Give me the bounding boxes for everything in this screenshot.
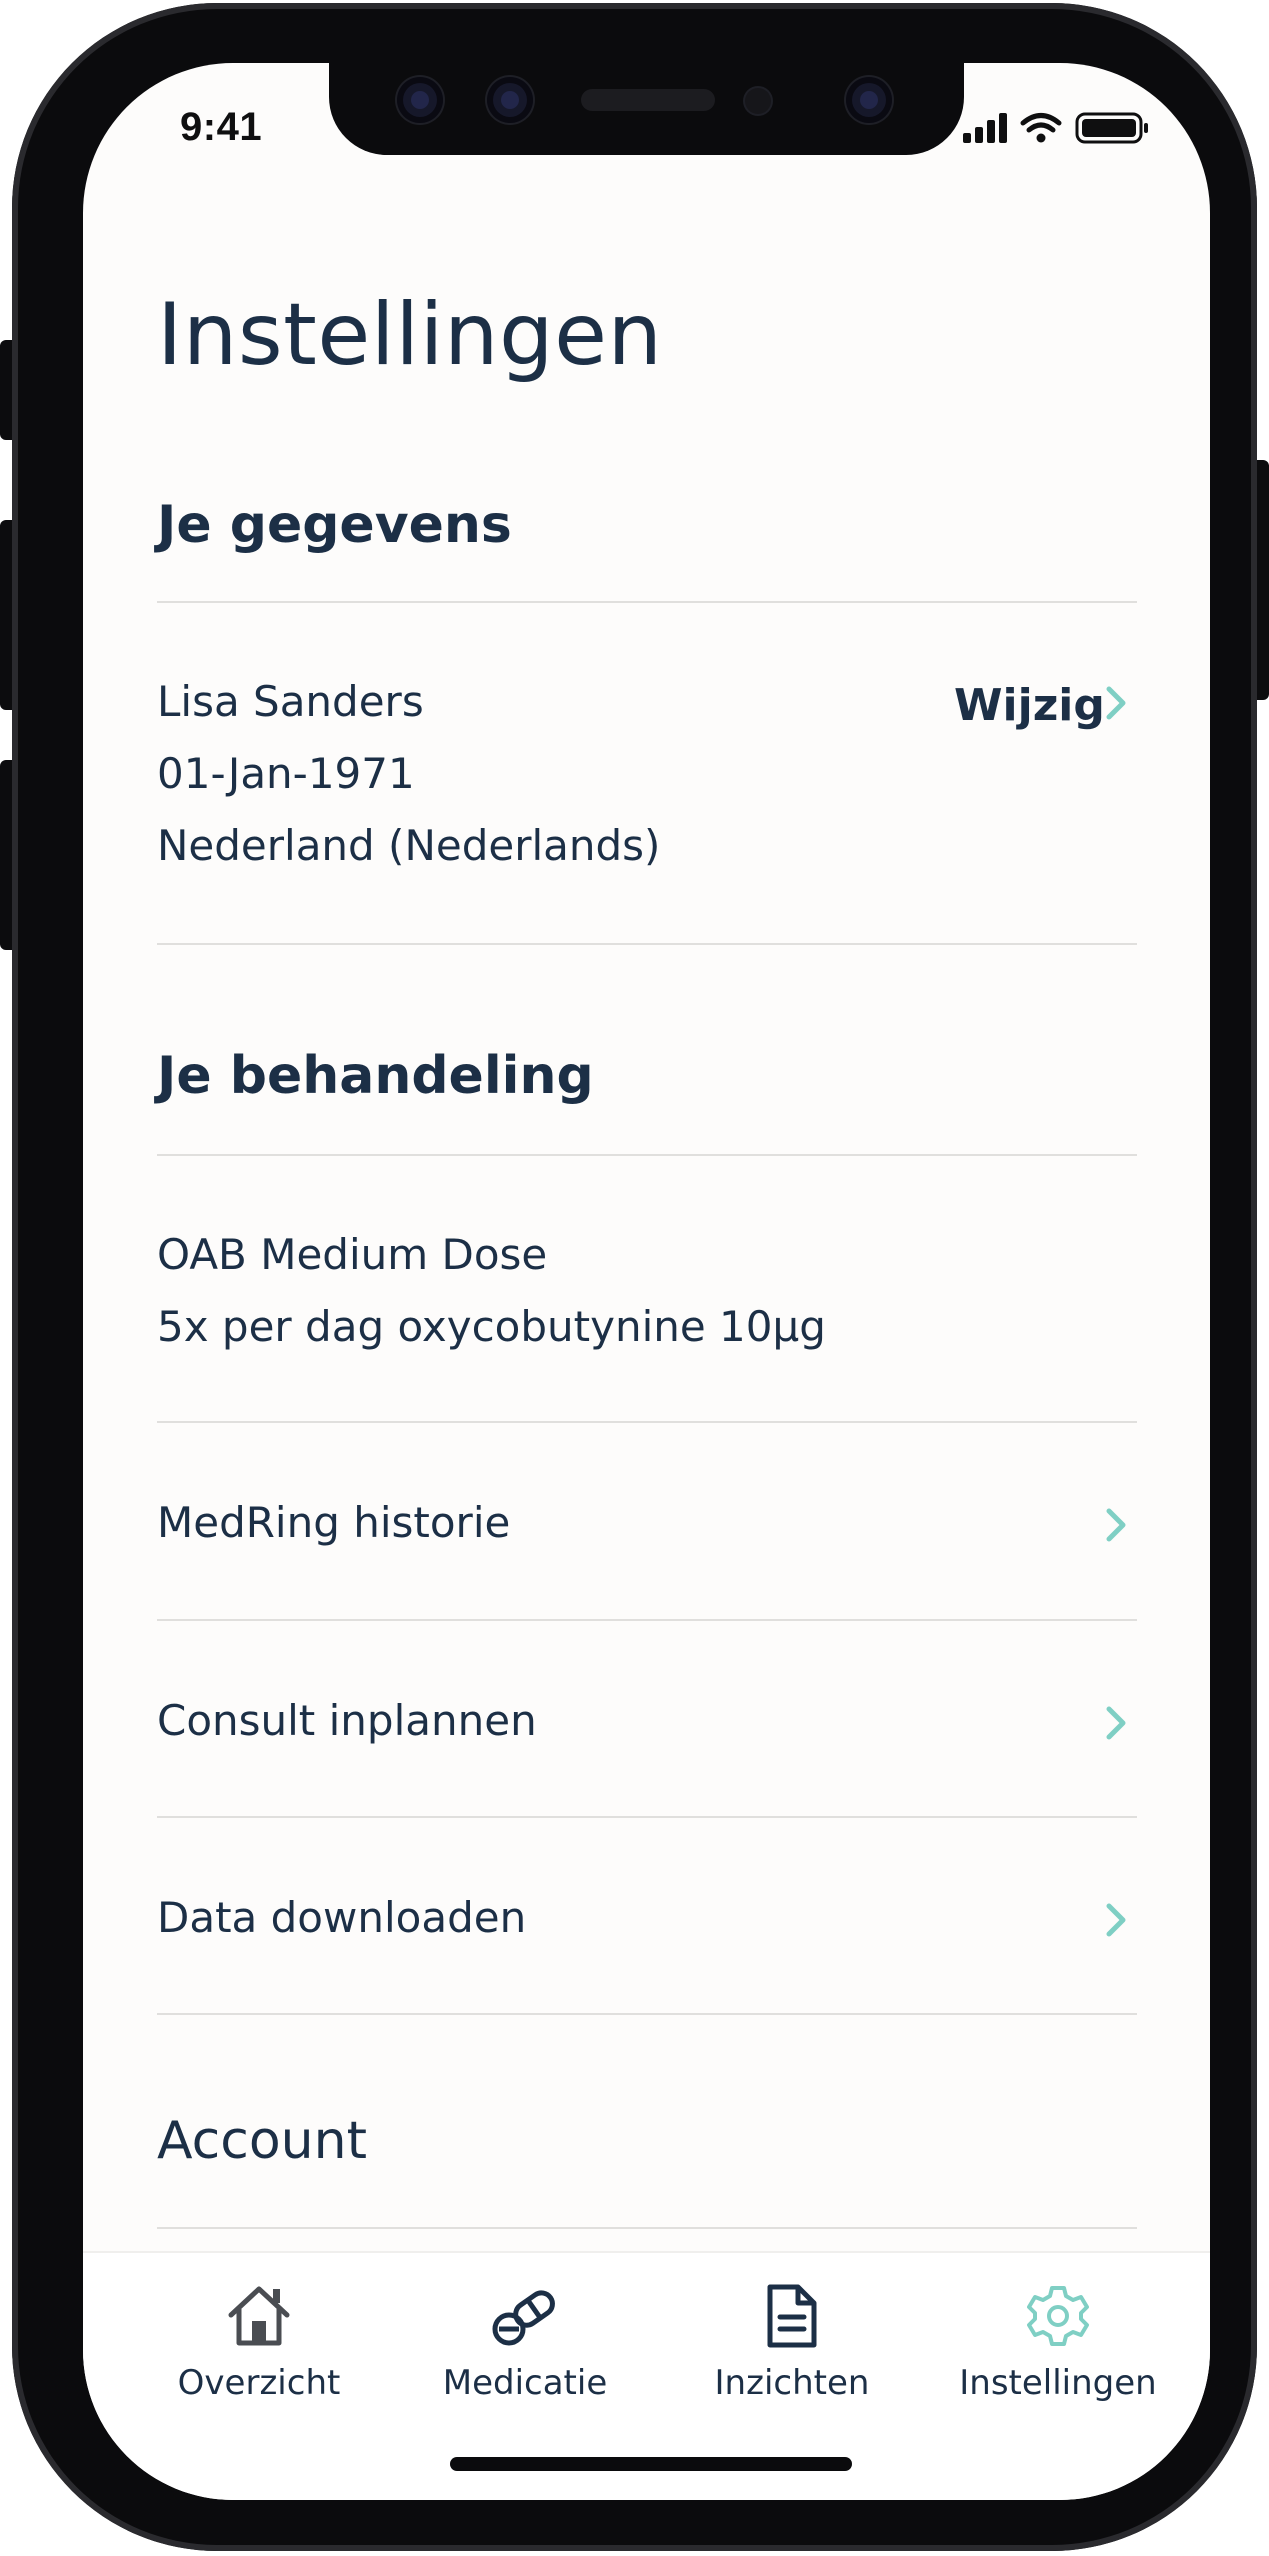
- camera: [397, 77, 443, 123]
- tab-label: Overzicht: [177, 2363, 341, 2403]
- camera: [487, 77, 533, 123]
- tab-instellingen[interactable]: Instellingen: [917, 2253, 1199, 2423]
- wifi-icon: [1020, 113, 1062, 133]
- divider: [157, 2013, 1137, 2015]
- treatment-plan-name: OAB Medium Dose: [157, 1230, 548, 1279]
- phone-frame: 9:41 Instellingen Je gegevens Lisa Sande…: [12, 3, 1257, 2551]
- divider: [157, 2227, 1137, 2229]
- section-title-account: Account: [157, 2111, 367, 2171]
- notch: [329, 63, 964, 155]
- medring-history-label: MedRing historie: [157, 1498, 511, 1547]
- battery-icon: [1075, 112, 1148, 144]
- chevron-right-icon: [1106, 1508, 1126, 1542]
- cellular-signal-icon: [963, 113, 1007, 143]
- home-icon: [228, 2286, 290, 2346]
- tab-inzichten[interactable]: Inzichten: [651, 2253, 933, 2423]
- schedule-consult-label: Consult inplannen: [157, 1696, 537, 1745]
- divider: [157, 1421, 1137, 1423]
- user-country-language: Nederland (Nederlands): [157, 821, 661, 870]
- treatment-plan-detail: 5x per dag oxycobutynine 10μg: [157, 1302, 826, 1351]
- chevron-right-icon[interactable]: [1101, 683, 1131, 723]
- tab-label: Inzichten: [714, 2363, 870, 2403]
- section-title-personal: Je gegevens: [157, 495, 512, 555]
- divider: [157, 1816, 1137, 1818]
- speaker: [581, 89, 715, 111]
- home-indicator[interactable]: [450, 2457, 852, 2471]
- document-icon: [767, 2284, 817, 2348]
- tab-medicatie[interactable]: Medicatie: [384, 2253, 666, 2423]
- chevron-right-icon: [1106, 1706, 1126, 1740]
- proximity-sensor: [745, 88, 771, 114]
- section-title-treatment: Je behandeling: [157, 1046, 594, 1106]
- chevron-right-icon: [1106, 1903, 1126, 1937]
- tab-label: Instellingen: [959, 2363, 1157, 2403]
- tab-label: Medicatie: [442, 2363, 608, 2403]
- status-icons: [963, 111, 1163, 149]
- divider: [157, 1619, 1137, 1621]
- edit-button[interactable]: Wijzig: [954, 680, 1105, 731]
- user-name: Lisa Sanders: [157, 677, 424, 726]
- page-title: Instellingen: [157, 285, 663, 385]
- tab-overzicht[interactable]: Overzicht: [118, 2253, 400, 2423]
- pill-icon: [492, 2290, 555, 2346]
- camera: [846, 77, 892, 123]
- download-data-label: Data downloaden: [157, 1893, 527, 1942]
- screen: 9:41 Instellingen Je gegevens Lisa Sande…: [83, 63, 1210, 2500]
- status-time: 9:41: [180, 105, 263, 149]
- gear-icon: [1027, 2286, 1089, 2346]
- divider: [157, 601, 1137, 603]
- user-birthdate: 01-Jan-1971: [157, 749, 415, 798]
- divider: [157, 1154, 1137, 1156]
- divider: [157, 943, 1137, 945]
